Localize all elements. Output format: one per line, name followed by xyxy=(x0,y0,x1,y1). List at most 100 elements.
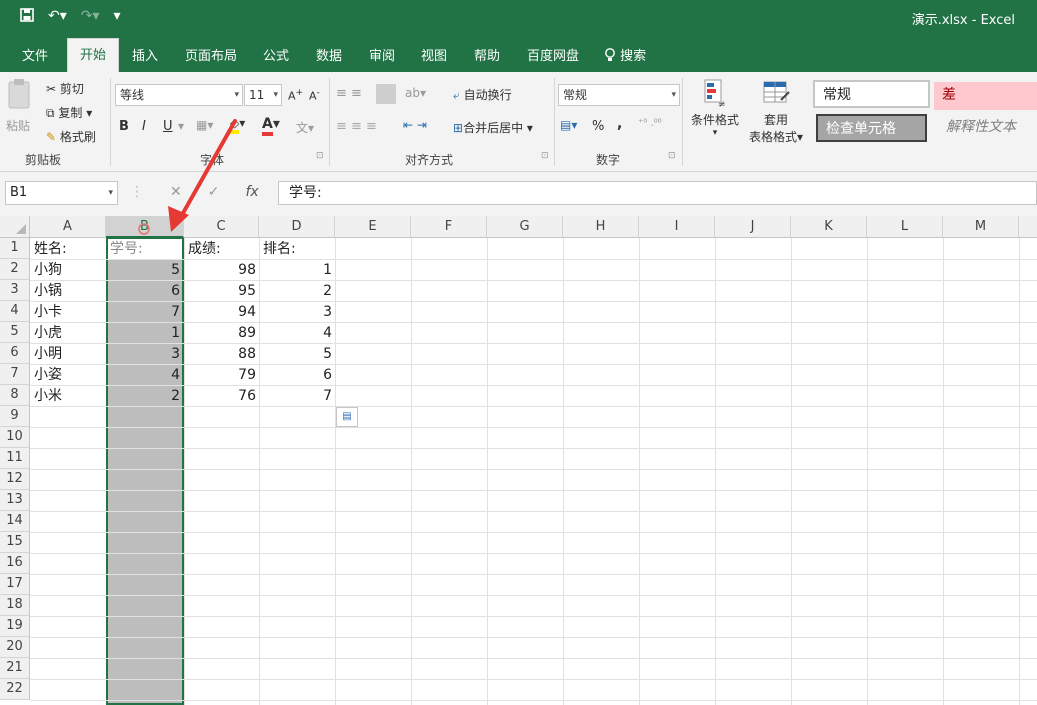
table-cell[interactable]: 7 xyxy=(107,302,183,322)
tab-formulas[interactable]: 公式 xyxy=(259,42,293,72)
row-header[interactable]: 9 xyxy=(0,406,30,427)
row-header[interactable]: 13 xyxy=(0,490,30,511)
style-bad[interactable]: 差 xyxy=(934,82,1037,110)
cell-a1[interactable]: 姓名: xyxy=(31,239,106,259)
italic-button[interactable]: I xyxy=(142,119,146,134)
table-cell[interactable]: 98 xyxy=(185,260,259,280)
undo-icon[interactable]: ↶▾ xyxy=(48,8,67,26)
row-header[interactable]: 18 xyxy=(0,595,30,616)
copy-button[interactable]: ⧉ 复制 ▾ xyxy=(46,104,92,121)
column-header-n[interactable] xyxy=(1019,216,1037,238)
tab-baidu-netdisk[interactable]: 百度网盘 xyxy=(523,42,583,72)
tab-data[interactable]: 数据 xyxy=(312,42,346,72)
tab-file[interactable]: 文件 xyxy=(18,42,52,72)
increase-font-button[interactable]: A+ xyxy=(288,87,303,103)
column-header-d[interactable]: D xyxy=(259,216,335,238)
tab-review[interactable]: 审阅 xyxy=(365,42,399,72)
row-header[interactable]: 8 xyxy=(0,385,30,406)
row-header[interactable]: 19 xyxy=(0,616,30,637)
table-cell[interactable]: 6 xyxy=(260,365,335,385)
column-header-h[interactable]: H xyxy=(563,216,639,238)
table-cell[interactable]: 88 xyxy=(185,344,259,364)
column-header-i[interactable]: I xyxy=(639,216,715,238)
format-as-table-button[interactable]: 套用 表格格式▾ xyxy=(745,78,807,145)
font-name-combo[interactable]: 等线 ▾ xyxy=(115,84,243,106)
cell-b1[interactable]: 学号: xyxy=(107,239,183,259)
table-cell[interactable]: 2 xyxy=(260,281,335,301)
column-header-a[interactable]: A xyxy=(30,216,106,238)
align-left-icon[interactable]: ≡ ≡ ≡ xyxy=(336,119,377,134)
wrap-text-button[interactable]: ⤶ 自动换行 xyxy=(453,86,512,103)
align-top-icon[interactable]: ≡ ≡ xyxy=(336,86,362,101)
row-header[interactable]: 22 xyxy=(0,679,30,700)
font-size-combo[interactable]: 11 ▾ xyxy=(244,84,282,106)
tab-home[interactable]: 开始 xyxy=(67,38,120,72)
tab-search[interactable]: 搜索 xyxy=(600,42,650,72)
table-cell[interactable]: 95 xyxy=(185,281,259,301)
tab-insert[interactable]: 插入 xyxy=(128,42,162,72)
number-format-combo[interactable]: 常规 ▾ xyxy=(558,84,680,106)
customize-qat-icon[interactable]: ▾ xyxy=(114,8,121,26)
row-header[interactable]: 14 xyxy=(0,511,30,532)
table-cell[interactable]: 1 xyxy=(260,260,335,280)
row-header[interactable]: 15 xyxy=(0,532,30,553)
indent-icon[interactable]: ⇤ ⇥ xyxy=(403,118,427,132)
align-bottom-icon[interactable] xyxy=(376,84,396,104)
table-cell[interactable]: 3 xyxy=(260,302,335,322)
bold-button[interactable]: B xyxy=(119,119,129,134)
table-cell[interactable]: 小明 xyxy=(31,344,106,364)
row-header[interactable]: 4 xyxy=(0,301,30,322)
underline-button[interactable]: U xyxy=(163,119,173,134)
table-cell[interactable]: 3 xyxy=(107,344,183,364)
column-header-c[interactable]: C xyxy=(184,216,259,238)
row-header[interactable]: 10 xyxy=(0,427,30,448)
table-cell[interactable]: 5 xyxy=(107,260,183,280)
fill-color-icon[interactable]: ◇▾ xyxy=(230,116,245,134)
row-header[interactable]: 11 xyxy=(0,448,30,469)
name-box[interactable]: B1 ▾ xyxy=(5,181,118,205)
table-cell[interactable]: 94 xyxy=(185,302,259,322)
borders-icon[interactable]: ▦▾ xyxy=(196,118,213,132)
dialog-launcher-icon[interactable]: ⊡ xyxy=(668,151,676,161)
currency-icon[interactable]: ▤▾ xyxy=(560,118,577,132)
table-cell[interactable]: 89 xyxy=(185,323,259,343)
table-cell[interactable]: 5 xyxy=(260,344,335,364)
comma-button[interactable]: , xyxy=(617,116,622,132)
table-cell[interactable]: 小狗 xyxy=(31,260,106,280)
column-header-e[interactable]: E xyxy=(335,216,411,238)
paste-button[interactable]: 粘贴 xyxy=(6,78,32,134)
formula-input[interactable]: 学号: xyxy=(278,181,1037,205)
row-header[interactable]: 17 xyxy=(0,574,30,595)
table-cell[interactable]: 6 xyxy=(107,281,183,301)
redo-icon[interactable]: ↷▾ xyxy=(81,8,100,26)
tab-help[interactable]: 帮助 xyxy=(470,42,504,72)
orientation-icon[interactable]: ab▾ xyxy=(405,86,426,100)
table-cell[interactable]: 小姿 xyxy=(31,365,106,385)
cell-d1[interactable]: 排名: xyxy=(260,239,335,259)
row-header[interactable]: 3 xyxy=(0,280,30,301)
column-header-k[interactable]: K xyxy=(791,216,867,238)
table-cell[interactable]: 7 xyxy=(260,386,335,406)
table-cell[interactable]: 小卡 xyxy=(31,302,106,322)
phonetic-icon[interactable]: 文▾ xyxy=(296,119,314,136)
merge-center-button[interactable]: ⊞合并后居中 ▾ xyxy=(453,119,533,136)
column-header-m[interactable]: M xyxy=(943,216,1019,238)
cell-c1[interactable]: 成绩: xyxy=(185,239,259,259)
save-icon[interactable] xyxy=(20,8,34,26)
column-header-f[interactable]: F xyxy=(411,216,487,238)
underline-dropdown[interactable]: ▾ xyxy=(178,119,184,133)
dialog-launcher-icon[interactable]: ⊡ xyxy=(541,151,549,161)
column-header-l[interactable]: L xyxy=(867,216,943,238)
style-normal[interactable]: 常规 xyxy=(813,80,930,108)
table-cell[interactable]: 4 xyxy=(107,365,183,385)
table-cell[interactable]: 2 xyxy=(107,386,183,406)
row-header[interactable]: 7 xyxy=(0,364,30,385)
select-all-button[interactable] xyxy=(0,216,30,238)
column-header-j[interactable]: J xyxy=(715,216,791,238)
column-header-g[interactable]: G xyxy=(487,216,563,238)
column-header-b[interactable]: B xyxy=(106,216,184,238)
row-header[interactable]: 6 xyxy=(0,343,30,364)
table-cell[interactable]: 76 xyxy=(185,386,259,406)
row-header[interactable]: 21 xyxy=(0,658,30,679)
row-header[interactable]: 5 xyxy=(0,322,30,343)
